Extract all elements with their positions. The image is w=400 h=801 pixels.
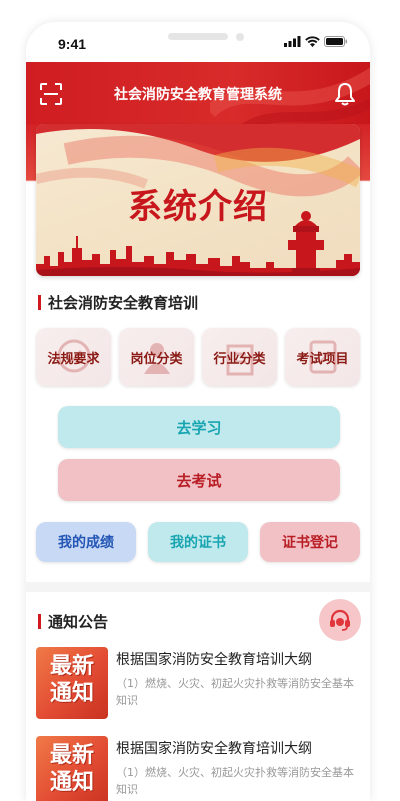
category-industry[interactable]: 行业分类 (202, 328, 277, 386)
status-time: 9:41 (58, 36, 87, 52)
category-exam-items[interactable]: 考试项目 (285, 328, 360, 386)
wifi-icon (305, 36, 320, 47)
notice-thumbnail-text: 最新 通知 (49, 653, 94, 706)
status-icons (284, 36, 348, 47)
category-label: 法规要求 (47, 351, 100, 367)
my-scores-button[interactable]: 我的成绩 (36, 522, 136, 562)
notice-title: 根据国家消防安全教育培训大纲 (116, 741, 312, 757)
category-label: 岗位分类 (130, 351, 183, 367)
notice-summary: （1）燃烧、火灾、初起火灾扑救等消防安全基本知识 (116, 677, 354, 707)
phone-frame: 9:41 社会消防安全教育管理系统 系统介绍 社会消防安全教育培训 法规要求 岗… (26, 22, 370, 801)
category-label: 行业分类 (213, 351, 266, 367)
notices-section-title: 通知公告 (38, 611, 108, 632)
intro-banner[interactable]: 系统介绍 (36, 124, 360, 276)
category-grid: 法规要求 岗位分类 行业分类 考试项目 (36, 328, 360, 386)
notice-item[interactable]: 最新 通知 根据国家消防安全教育培训大纲 （1）燃烧、火灾、初起火灾扑救等消防安全… (36, 647, 360, 719)
notice-title: 根据国家消防安全教育培训大纲 (116, 652, 312, 668)
fire-hydrant-icon (288, 211, 324, 276)
status-bar: 9:41 (26, 22, 370, 62)
bell-icon[interactable] (334, 82, 356, 106)
notice-thumbnail-text: 最新 通知 (49, 742, 94, 795)
app-title: 社会消防安全教育管理系统 (114, 87, 282, 103)
category-regulations[interactable]: 法规要求 (36, 328, 111, 386)
certificate-registration-button[interactable]: 证书登记 (260, 522, 360, 562)
notice-thumbnail: 最新 通知 (36, 736, 108, 801)
camera-dot (236, 33, 244, 41)
notice-item[interactable]: 最新 通知 根据国家消防安全教育培训大纲 （1）燃烧、火灾、初起火灾扑救等消防安全… (36, 736, 360, 801)
training-section-title: 社会消防安全教育培训 (38, 292, 198, 313)
signal-icon (284, 36, 301, 47)
speaker-notch (168, 33, 228, 40)
notice-thumbnail: 最新 通知 (36, 647, 108, 719)
category-label: 考试项目 (296, 351, 349, 367)
headset-icon (330, 609, 350, 631)
go-exam-button[interactable]: 去考试 (58, 459, 340, 501)
customer-service-button[interactable] (319, 599, 361, 641)
banner-area: 系统介绍 (26, 124, 370, 284)
battery-icon (324, 36, 347, 47)
category-position[interactable]: 岗位分类 (119, 328, 194, 386)
my-certificates-button[interactable]: 我的证书 (148, 522, 248, 562)
go-study-button[interactable]: 去学习 (58, 406, 340, 448)
quick-links: 我的成绩 我的证书 证书登记 (36, 522, 360, 562)
section-divider (26, 582, 370, 592)
notice-summary: （1）燃烧、火灾、初起火灾扑救等消防安全基本知识 (116, 766, 354, 796)
app-header: 社会消防安全教育管理系统 (26, 62, 370, 124)
